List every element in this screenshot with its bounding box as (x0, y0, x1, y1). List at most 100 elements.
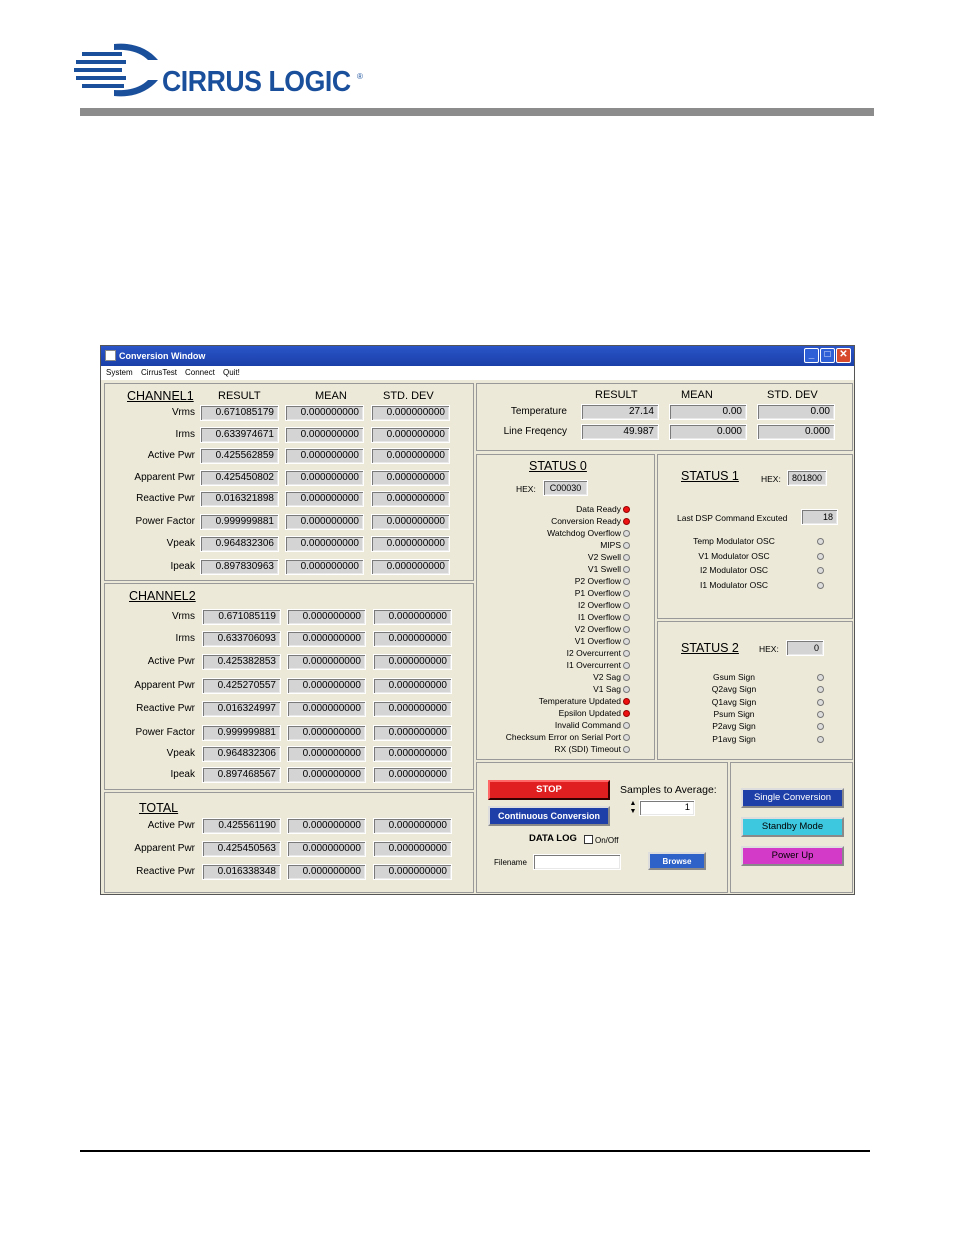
status0-item-label: P1 Overflow (574, 588, 621, 598)
status0-led-icon (623, 650, 630, 657)
misc-result-field: 49.987 (581, 424, 659, 440)
status0-led-icon (623, 614, 630, 621)
channel1-row-label: Ipeak (170, 561, 195, 572)
status0-led-icon (623, 542, 630, 549)
channel1-result-field: 0.964832306 (200, 536, 279, 552)
status2-item-label: P2avg Sign (712, 721, 756, 732)
single-conversion-button[interactable]: Single Conversion (741, 788, 844, 808)
status0-led-icon (623, 518, 630, 525)
channel2-result-field: 0.671085119 (202, 609, 281, 625)
total-row-label: Reactive Pwr (136, 866, 195, 877)
channel2-std-field: 0.000000000 (373, 654, 452, 670)
misc-std-field: 0.000 (757, 424, 835, 440)
channel1-row-label: Apparent Pwr (134, 472, 195, 483)
status0-item-label: I2 Overcurrent (566, 648, 621, 658)
status0-item-label: V2 Swell (587, 552, 621, 562)
minimize-icon[interactable]: _ (804, 348, 819, 363)
status2-item-label: Gsum Sign (712, 672, 756, 682)
menu-system[interactable]: System (106, 368, 133, 377)
menu-cirrustest[interactable]: CirrusTest (141, 368, 177, 377)
channel2-mean-field: 0.000000000 (287, 609, 366, 625)
browse-button[interactable]: Browse (648, 852, 706, 870)
menu-bar: System CirrusTest Connect Quit! (101, 366, 854, 380)
total-std-field: 0.000000000 (373, 841, 452, 857)
channel2-mean-field: 0.000000000 (287, 631, 366, 647)
channel2-result-field: 0.425270557 (202, 678, 281, 694)
channel1-result-field: 0.633974671 (200, 427, 279, 443)
channel1-std-field: 0.000000000 (371, 405, 450, 421)
channel2-row-label: Vrms (172, 611, 195, 622)
maximize-icon[interactable]: □ (820, 348, 835, 363)
status0-item-label: Epsilon Updated (558, 708, 621, 718)
channel1-result-field: 0.897830963 (200, 559, 279, 575)
cirrus-logo-icon (74, 43, 158, 97)
footer-rule (80, 1150, 870, 1152)
channel2-mean-field: 0.000000000 (287, 654, 366, 670)
status2-led-icon (817, 735, 824, 743)
status0-led-icon (623, 602, 630, 609)
close-icon[interactable]: ✕ (836, 348, 851, 363)
channel2-std-field: 0.000000000 (373, 746, 452, 762)
channel2-result-field: 0.964832306 (202, 746, 281, 762)
total-mean-field: 0.000000000 (287, 818, 366, 834)
status0-led-icon (623, 554, 630, 561)
channel2-mean-field: 0.000000000 (287, 701, 366, 717)
title-bar[interactable]: Conversion Window _ □ ✕ (101, 346, 854, 366)
channel1-row-label: Active Pwr (147, 450, 195, 461)
samples-spinner-icon[interactable]: ▲ ▼ (629, 800, 637, 816)
datalog-checkbox[interactable] (584, 835, 593, 844)
channel1-row-label: Irms (175, 429, 195, 440)
status0-item-label: I1 Overcurrent (566, 660, 621, 670)
channel2-title: CHANNEL2 (129, 589, 196, 603)
total-mean-field: 0.000000000 (287, 841, 366, 857)
channel2-row-label: Power Factor (135, 727, 195, 738)
status0-led-icon (623, 626, 630, 633)
status0-led-icon (623, 530, 630, 537)
header-rule (80, 108, 874, 116)
window-title: Conversion Window (119, 351, 206, 361)
status0-led-icon (623, 578, 630, 585)
status0-item-label: V1 Overflow (574, 636, 621, 646)
status2-hex-field: 0 (786, 640, 824, 656)
total-mean-field: 0.000000000 (287, 864, 366, 880)
channel1-result-field: 0.425562859 (200, 448, 279, 464)
channel2-result-field: 0.425382853 (202, 654, 281, 670)
status1-led-icon (817, 552, 824, 560)
channel1-mean-field: 0.000000000 (285, 427, 364, 443)
channel2-std-field: 0.000000000 (373, 631, 452, 647)
total-title: TOTAL (139, 801, 179, 815)
status2-item-label: P1avg Sign (712, 733, 756, 744)
samples-input[interactable]: 1 (639, 800, 695, 816)
status2-led-icon (817, 698, 824, 706)
misc-mean-field: 0.00 (669, 404, 747, 420)
channel1-mean-field: 0.000000000 (285, 405, 364, 421)
menu-quit[interactable]: Quit! (223, 368, 240, 377)
status0-item-label: V1 Swell (587, 564, 621, 574)
channel2-row-label: Ipeak (170, 769, 195, 780)
channel1-row-label: Vrms (172, 407, 195, 418)
channel2-mean-field: 0.000000000 (287, 746, 366, 762)
status0-led-icon (623, 710, 630, 717)
channel2-row-label: Vpeak (166, 748, 195, 759)
standby-mode-button[interactable]: Standby Mode (741, 817, 844, 837)
channel1-title: CHANNEL1 (127, 389, 194, 403)
channel2-result-field: 0.016324997 (202, 701, 281, 717)
channel1-std-field: 0.000000000 (371, 559, 450, 575)
filename-input[interactable] (533, 854, 621, 870)
channel1-result-field: 0.999999881 (200, 514, 279, 530)
conversion-window: Conversion Window _ □ ✕ System CirrusTes… (100, 345, 855, 895)
last-dsp-label: Last DSP Command Excuted (677, 513, 788, 523)
channel2-row-label: Active Pwr (147, 656, 195, 667)
power-up-button[interactable]: Power Up (741, 846, 844, 866)
menu-connect[interactable]: Connect (185, 368, 215, 377)
status0-led-icon (623, 734, 630, 741)
status1-title: STATUS 1 (681, 469, 739, 483)
col-mean-header: MEAN (315, 390, 347, 402)
continuous-conversion-button[interactable]: Continuous Conversion (488, 806, 610, 826)
status1-led-icon (817, 567, 824, 574)
status0-item-label: Watchdog Overflow (547, 528, 621, 538)
stop-button[interactable]: STOP (488, 780, 610, 800)
status0-led-icon (623, 662, 630, 669)
status0-item-label: V2 Overflow (574, 624, 621, 634)
status0-led-icon (623, 698, 630, 705)
